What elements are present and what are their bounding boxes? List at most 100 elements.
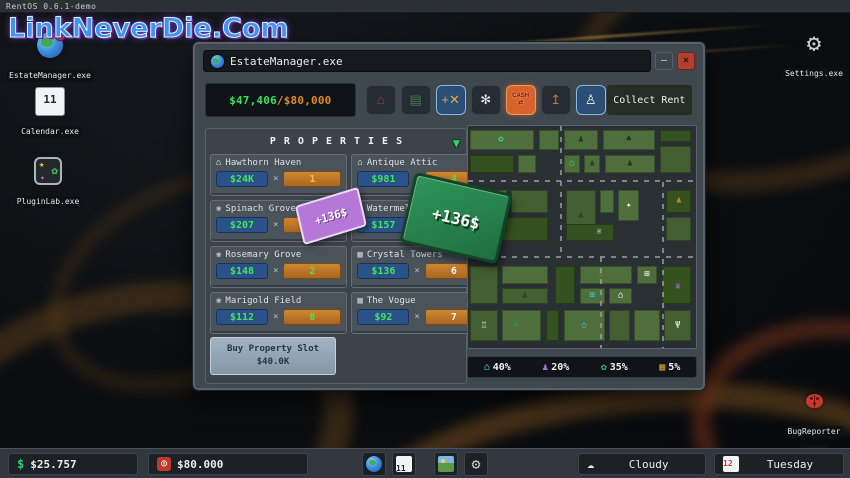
price-button[interactable]: $92	[357, 309, 409, 325]
count-button[interactable]: 1	[283, 171, 341, 187]
weather-panel[interactable]: ☁ Cloudy	[578, 453, 706, 475]
map-block[interactable]: ♟	[564, 130, 598, 150]
map-block[interactable]	[470, 155, 513, 173]
day-label: Tuesday	[745, 458, 835, 471]
taskbar-goal-value: $80.000	[177, 458, 223, 471]
cash-card-icon: CASH	[512, 93, 529, 100]
map-block[interactable]	[666, 217, 691, 241]
map-block[interactable]: ♣	[502, 310, 541, 341]
goal-target-icon: ◎	[157, 457, 171, 471]
map-block[interactable]	[600, 190, 614, 212]
taskbar-calendar-button[interactable]: 11	[392, 452, 416, 476]
map-block[interactable]: ♟	[666, 190, 691, 212]
minimize-button[interactable]: –	[655, 52, 673, 70]
buy-property-slot-button[interactable]: Buy Property Slot $40.0K	[210, 337, 336, 375]
taskbar-cash-panel: $ $25.757	[8, 453, 138, 475]
map-icon: ✿	[498, 136, 503, 145]
taskbar-globe-button[interactable]	[362, 452, 386, 476]
map-block[interactable]	[660, 146, 692, 173]
weather-label: Cloudy	[600, 458, 697, 471]
desktop-icon-settings[interactable]: ⚙Settings.exe	[782, 28, 846, 80]
bug-icon	[780, 386, 848, 416]
day-panel[interactable]: 12 Tuesday	[714, 453, 844, 475]
property-card[interactable]: ⌂Hawthorn Haven$24K×1	[210, 154, 347, 196]
close-button[interactable]: ×	[677, 52, 695, 70]
price-button[interactable]: $981	[357, 171, 409, 187]
count-button[interactable]: 2	[283, 263, 341, 279]
desktop-icon-calendar[interactable]: 11 Calendar.exe	[10, 86, 90, 138]
map-block[interactable]: ⊞	[637, 266, 658, 284]
filter-triangle-icon[interactable]: ▼	[453, 134, 460, 152]
property-name: Crystal Towers	[367, 250, 443, 260]
desktop-icon-bugreporter[interactable]: BugReporter.exe	[780, 386, 848, 457]
ability-button[interactable]: ✻	[471, 85, 501, 115]
building-icon: ▦	[357, 250, 362, 260]
map-block[interactable]: ♟	[584, 155, 600, 173]
price-button[interactable]: $112	[216, 309, 268, 325]
desktop-icon-label: Calendar.exe	[18, 126, 82, 138]
map-block[interactable]: Ψ	[664, 310, 691, 341]
watermark: LinkNeverDie.Com	[8, 13, 289, 44]
property-card[interactable]: ❀Marigold Field$112×8	[210, 292, 347, 334]
map-block[interactable]: ⌂	[564, 155, 580, 173]
map-block[interactable]: ⌂	[609, 288, 632, 304]
buy-slot-price: $40.0K	[257, 357, 290, 367]
map-block[interactable]	[502, 266, 548, 284]
price-button[interactable]: $207	[216, 217, 268, 233]
joystick-button[interactable]: ↥	[541, 85, 571, 115]
globe-icon	[211, 55, 224, 68]
map-block[interactable]: ♕	[566, 224, 614, 242]
map-icon: ♖	[481, 321, 486, 330]
taskbar-settings-button[interactable]: ⚙	[464, 452, 488, 476]
count-button[interactable]: 8	[283, 309, 341, 325]
map-icon: ♕	[596, 227, 601, 236]
tenant-icon: ♙	[585, 93, 597, 107]
map-block[interactable]	[511, 190, 547, 212]
property-card[interactable]: ❀Rosemary Grove$148×2	[210, 246, 347, 288]
map-block[interactable]	[518, 155, 536, 173]
map-block[interactable]	[660, 130, 692, 141]
desktop-icon-label: PluginLab.exe	[14, 196, 83, 208]
calendar-icon: 11	[10, 86, 90, 116]
map-block[interactable]	[539, 130, 560, 150]
map-block[interactable]	[546, 310, 560, 341]
plant-icon: ❀	[216, 250, 221, 260]
shop-button[interactable]: ▤	[401, 85, 431, 115]
map-icon: ⌂	[582, 321, 587, 330]
map-block[interactable]	[470, 266, 497, 304]
map-block[interactable]: ✿	[470, 130, 534, 150]
map-block[interactable]	[609, 310, 630, 341]
taskbar-picture-button[interactable]	[434, 452, 458, 476]
multiplier-button[interactable]: +✕	[436, 85, 466, 115]
map-block[interactable]: ♟	[580, 266, 632, 284]
map-block[interactable]	[555, 266, 576, 304]
cash-card-button[interactable]: CASH⇄	[506, 85, 536, 115]
desktop-icon-pluginlab[interactable]: ★✿✦PluginLab.exe	[8, 156, 88, 208]
map-block[interactable]	[634, 310, 659, 341]
map-block[interactable]: ✦	[618, 190, 639, 221]
map-block[interactable]: ♟	[502, 288, 548, 304]
map-block[interactable]: ♣	[603, 130, 655, 150]
taskbar: $ $25.757 ◎ $80.000 11 ⚙ ☁ Cloudy 12 Tue…	[0, 448, 850, 478]
price-button[interactable]: $148	[216, 263, 268, 279]
tent-button[interactable]: ⌂	[366, 85, 396, 115]
map-icon: ♟	[676, 197, 681, 206]
map-block[interactable]: ♖	[470, 310, 497, 341]
map-block[interactable]: ⌂	[564, 310, 605, 341]
tenant-button[interactable]: ♙	[576, 85, 606, 115]
joystick-icon: ↥	[550, 93, 561, 107]
money-goal: /$80,000	[277, 94, 332, 107]
window-title-field: EstateManager.exe	[203, 50, 651, 72]
plant-icon: ✿	[601, 362, 607, 373]
map-block[interactable]: ♛	[662, 266, 692, 304]
map-icon: ♟	[522, 291, 527, 300]
price-button[interactable]: $24K	[216, 171, 268, 187]
gear-icon: ⚙	[471, 455, 480, 473]
desktop-icon-label: BugReporter	[785, 426, 844, 438]
collect-rent-button[interactable]: Collect Rent	[606, 84, 693, 116]
price-button[interactable]: $136	[357, 263, 409, 279]
property-name: Rosemary Grove	[225, 250, 301, 260]
map-block[interactable]: ♟	[605, 155, 655, 173]
taskbar-cash-value: $25.757	[30, 458, 76, 471]
window-titlebar[interactable]: EstateManager.exe – ×	[203, 50, 695, 72]
